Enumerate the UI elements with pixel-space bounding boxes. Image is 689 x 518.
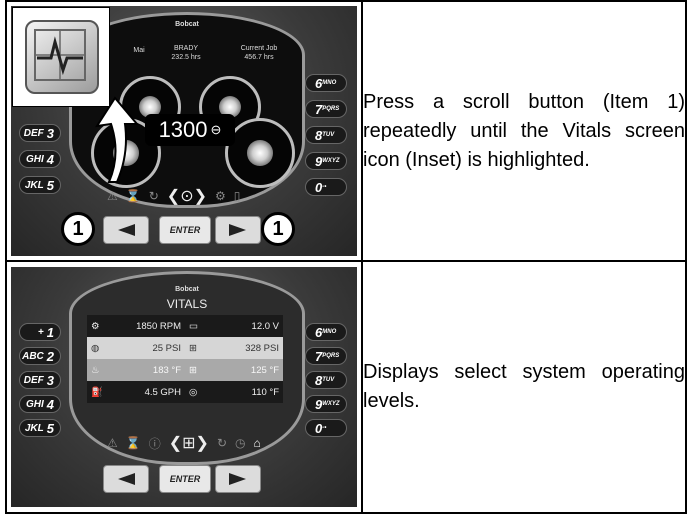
vital-value: 12.0 V — [207, 315, 283, 337]
key-8[interactable]: 8 TUV — [305, 371, 347, 389]
key-5[interactable]: JKL 5 — [19, 419, 61, 437]
hydraulic-pressure-icon: ⊞ — [185, 337, 207, 359]
key-3[interactable]: DEF 3 — [19, 371, 61, 389]
vital-value: 183 °F — [109, 359, 185, 381]
battery-icon: ▭ — [185, 315, 207, 337]
vital-value: 25 PSI — [109, 337, 185, 359]
left-arrow-icon — [118, 473, 135, 485]
enter-button[interactable]: ENTER — [159, 465, 211, 493]
fuel-rate-icon: ⛽ — [87, 381, 109, 403]
left-label: Mai — [133, 47, 145, 54]
brand-logo: Bobcat — [175, 21, 199, 28]
key-7[interactable]: 7 PQRS — [305, 347, 347, 365]
text-cell: Displays select system operating levels. — [361, 260, 687, 514]
operator-name: BRADY — [173, 45, 199, 52]
scroll-right-button[interactable] — [215, 216, 261, 244]
text-cell: Press a scroll button (Item 1) repeatedl… — [361, 0, 687, 262]
coolant-temp-icon: ♨ — [87, 359, 109, 381]
key-8[interactable]: 8 TUV — [305, 126, 347, 144]
hourglass-icon: ⌛ — [125, 436, 141, 450]
key-4[interactable]: GHI 4 — [19, 395, 61, 413]
job-hours: 456.7 hrs — [244, 54, 274, 61]
info-icon: ⓘ — [148, 436, 161, 451]
key-7[interactable]: 7 PQRS — [305, 100, 347, 118]
vital-value: 328 PSI — [207, 337, 283, 359]
key-0[interactable]: 0 -• — [305, 419, 347, 437]
instruction-table: Bobcat Mai BRADY 232.5 hrs Current Job 4… — [5, 0, 687, 514]
vital-value: 125 °F — [207, 359, 283, 381]
inset-frame — [12, 7, 110, 107]
engine-icon: ⊖ — [210, 122, 222, 137]
key-5[interactable]: JKL 5 — [19, 176, 61, 194]
vitals-screen-icon — [25, 20, 99, 94]
intake-temp-icon: ◎ — [185, 381, 207, 403]
display-panel-image: Bobcat VITALS ⚙ 1850 RPM ▭ 12.0 V ◍ 25 P… — [11, 267, 357, 507]
settings-icon: ⚙ — [215, 189, 226, 203]
pointer-arrow — [94, 96, 140, 183]
right-arrow-icon — [229, 224, 246, 236]
image-cell: Bobcat VITALS ⚙ 1850 RPM ▭ 12.0 V ◍ 25 P… — [5, 260, 363, 514]
vitals-table: ⚙ 1850 RPM ▭ 12.0 V ◍ 25 PSI ⊞ 328 PSI ♨… — [87, 315, 283, 403]
lock-icon: ▯ — [233, 189, 241, 203]
image-cell: Bobcat Mai BRADY 232.5 hrs Current Job 4… — [5, 0, 363, 262]
key-6[interactable]: 6 MNO — [305, 323, 347, 341]
vitals-row: ♨ 183 °F ⊞ 125 °F — [87, 359, 283, 381]
operator-hours: 232.5 hrs — [171, 54, 201, 61]
vital-value: 4.5 GPH — [109, 381, 185, 403]
oil-pressure-icon: ◍ — [87, 337, 109, 359]
document-page: Bobcat Mai BRADY 232.5 hrs Current Job 4… — [0, 0, 689, 518]
key-4[interactable]: GHI 4 — [19, 150, 61, 168]
key-3[interactable]: DEF 3 — [19, 124, 61, 142]
scroll-left-button[interactable] — [103, 465, 149, 493]
callout-right: 1 — [261, 212, 295, 246]
selected-screen-icon[interactable]: ❮⊙❯ — [167, 186, 207, 206]
hourglass-icon: ⌛ — [125, 189, 141, 203]
instruction-row: Bobcat VITALS ⚙ 1850 RPM ▭ 12.0 V ◍ 25 P… — [5, 260, 687, 514]
step-description: Press a scroll button (Item 1) repeatedl… — [363, 90, 685, 171]
scroll-right-button[interactable] — [215, 465, 261, 493]
key-9[interactable]: 9 WXYZ — [305, 152, 347, 170]
screen-icon-row: ⚠ ⌛ ⓘ ❮⊞❯ ↻ ◷ ⌂ — [107, 433, 261, 453]
instruction-row: Bobcat Mai BRADY 232.5 hrs Current Job 4… — [5, 0, 687, 262]
vital-value: 110 °F — [207, 381, 283, 403]
vital-value: 1850 RPM — [109, 315, 185, 337]
vitals-row: ◍ 25 PSI ⊞ 328 PSI — [87, 337, 283, 359]
refresh-icon: ↻ — [216, 436, 228, 450]
key-2[interactable]: ABC 2 — [19, 347, 61, 365]
gauge-icon: ◷ — [235, 436, 246, 450]
scroll-left-button[interactable] — [103, 216, 149, 244]
enter-button[interactable]: ENTER — [159, 216, 211, 244]
left-arrow-icon — [118, 224, 135, 236]
step-description: Displays select system operating levels. — [363, 361, 685, 412]
temp-gauge-right — [225, 118, 295, 188]
callout-left: 1 — [61, 212, 95, 246]
job-label: Current Job — [240, 45, 278, 52]
vitals-row: ⚙ 1850 RPM ▭ 12.0 V — [87, 315, 283, 337]
warning-icon: ⚠ — [107, 436, 118, 450]
hydraulic-temp-icon: ⊞ — [185, 359, 207, 381]
key-6[interactable]: 6 MNO — [305, 74, 347, 92]
warning-icon: ⚠ — [107, 189, 118, 203]
key-9[interactable]: 9 WXYZ — [305, 395, 347, 413]
right-arrow-icon — [229, 473, 246, 485]
screen-title: VITALS — [166, 297, 208, 311]
rpm-readout: 1300 ⊖ — [145, 114, 235, 146]
home-icon[interactable]: ⌂ — [254, 436, 261, 450]
refresh-icon: ↻ — [148, 189, 159, 203]
key-1[interactable]: +1 — [19, 323, 61, 341]
vitals-row: ⛽ 4.5 GPH ◎ 110 °F — [87, 381, 283, 403]
engine-speed-icon: ⚙ — [87, 315, 109, 337]
brand-logo: Bobcat — [175, 286, 199, 293]
selected-vitals-icon[interactable]: ❮⊞❯ — [169, 433, 209, 453]
display-panel-image: Bobcat Mai BRADY 232.5 hrs Current Job 4… — [11, 6, 357, 256]
key-0[interactable]: 0 -• — [305, 178, 347, 196]
